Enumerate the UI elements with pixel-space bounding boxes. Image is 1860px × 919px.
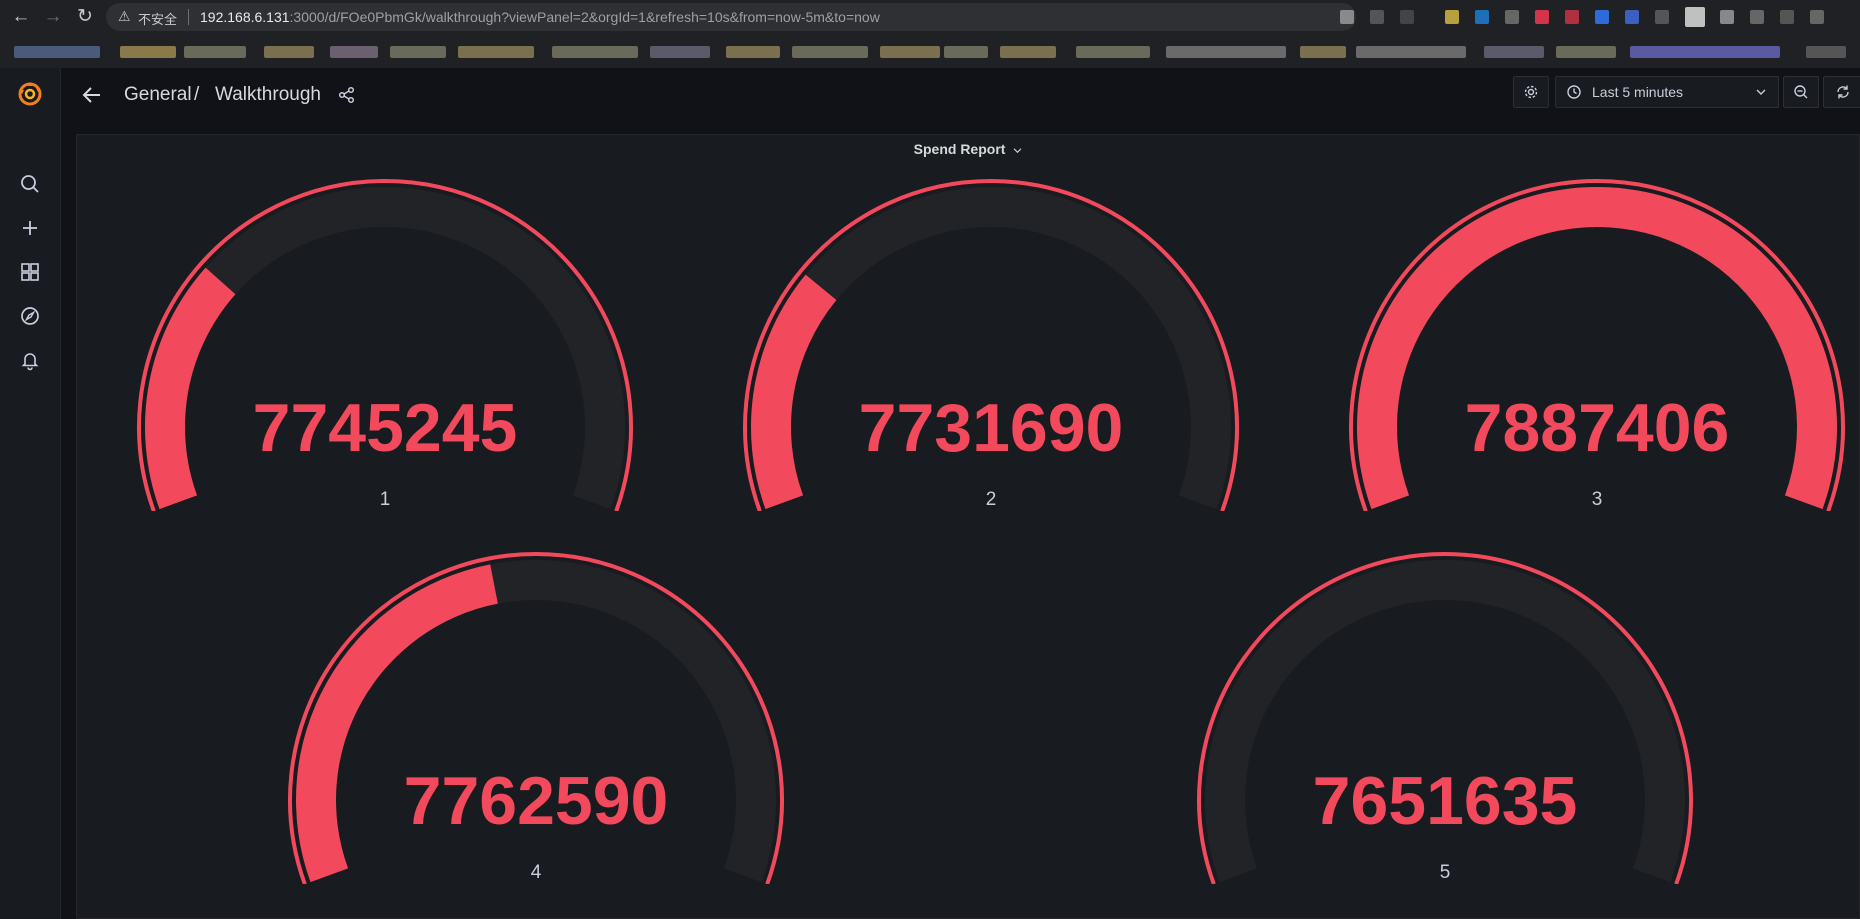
extension-icon[interactable] [1535, 10, 1549, 24]
bookmark-item[interactable] [14, 46, 100, 58]
gauge-value-text: 7731690 [859, 390, 1124, 466]
extension-icon[interactable] [1810, 10, 1824, 24]
extension-icon[interactable] [1685, 7, 1705, 27]
gauge-value-arc [751, 274, 837, 510]
bookmark-item[interactable] [650, 46, 710, 58]
gauge-label: 2 [986, 489, 997, 510]
bell-icon[interactable] [18, 348, 42, 372]
settings-button[interactable] [1513, 76, 1549, 108]
forward-arrow-icon[interactable]: → [42, 6, 64, 28]
extension-icon[interactable] [1400, 10, 1414, 24]
back-arrow-icon[interactable]: ← [10, 6, 32, 28]
spend-report-panel: Spend Report 7745245 1 7731690 2 7887406 3 776… [76, 134, 1860, 919]
insecure-label: 不安全 [138, 12, 178, 27]
breadcrumb-folder[interactable]: General [124, 84, 192, 106]
gauge-value-text: 7887406 [1465, 390, 1730, 466]
gauge-value-text: 7651635 [1313, 763, 1578, 839]
extension-icon[interactable] [1595, 10, 1609, 24]
dashboard-toolbar: General / Walkthrough Last 5 minutes [61, 68, 1860, 132]
bookmark-item[interactable] [1356, 46, 1466, 58]
sync-icon [1837, 85, 1849, 99]
gauge-1: 7745245 1 [137, 179, 633, 511]
bookmark-item[interactable] [264, 46, 314, 58]
gauge-value-text: 7745245 [253, 390, 518, 466]
bookmarks-bar [0, 38, 1860, 66]
bookmark-item[interactable] [1630, 46, 1780, 58]
extension-icon[interactable] [1475, 10, 1489, 24]
extension-icon[interactable] [1720, 10, 1734, 24]
gauge-label: 4 [531, 862, 542, 883]
bookmark-item[interactable] [1166, 46, 1286, 58]
breadcrumb-dashboard[interactable]: Walkthrough [215, 84, 321, 106]
bookmark-item[interactable] [1000, 46, 1056, 58]
extension-icon[interactable] [1780, 10, 1794, 24]
browser-chrome: ← → ↻ ⚠ 不安全 192.168.6.131:3000/d/FOe0Pbm… [0, 0, 1860, 68]
back-arrow-icon[interactable] [81, 84, 103, 106]
gauge-value-text: 7762590 [404, 763, 669, 839]
url-host: 192.168.6.131 [200, 9, 290, 25]
gauge-2: 7731690 2 [743, 179, 1239, 511]
extension-icon[interactable] [1445, 10, 1459, 24]
bookmark-item[interactable] [390, 46, 446, 58]
compass-icon[interactable] [18, 304, 42, 328]
extension-icon[interactable] [1750, 10, 1764, 24]
time-range-picker[interactable]: Last 5 minutes [1555, 76, 1779, 108]
warning-icon: ⚠ [118, 8, 131, 24]
bookmark-item[interactable] [184, 46, 246, 58]
bookmark-item[interactable] [120, 46, 176, 58]
gauge-value-arc [144, 267, 236, 510]
bookmark-item[interactable] [458, 46, 534, 58]
bookmark-item[interactable] [880, 46, 940, 58]
share-icon[interactable] [337, 85, 357, 105]
zoom-out-icon [1794, 85, 1808, 99]
bookmark-item[interactable] [552, 46, 638, 58]
gauge-label: 1 [380, 489, 391, 510]
url-text[interactable]: 192.168.6.131:3000/d/FOe0PbmGk/walkthrou… [200, 9, 880, 25]
extension-icon[interactable] [1625, 10, 1639, 24]
search-icon[interactable] [18, 172, 42, 196]
bookmark-item[interactable] [944, 46, 988, 58]
divider [188, 9, 189, 25]
bookmark-item[interactable] [726, 46, 780, 58]
address-bar[interactable]: ⚠ 不安全 192.168.6.131:3000/d/FOe0PbmGk/wal… [106, 3, 1356, 31]
reload-icon[interactable]: ↻ [74, 6, 96, 28]
bookmark-item[interactable] [1806, 46, 1846, 58]
bookmark-item[interactable] [1076, 46, 1150, 58]
dashboards-icon[interactable] [18, 260, 42, 284]
gear-icon [1524, 85, 1538, 99]
plus-icon[interactable] [18, 216, 42, 240]
translate-icon[interactable] [1340, 10, 1354, 24]
sidebar [0, 68, 61, 919]
bookmark-item[interactable] [330, 46, 378, 58]
gauge-label: 5 [1440, 862, 1451, 883]
extensions-area [1340, 6, 1860, 30]
breadcrumb-separator: / [194, 84, 200, 105]
extension-icon[interactable] [1565, 10, 1579, 24]
bookmark-item[interactable] [1484, 46, 1544, 58]
zoom-out-button[interactable] [1783, 76, 1819, 108]
bookmark-item[interactable] [1300, 46, 1346, 58]
extension-icon[interactable] [1370, 10, 1384, 24]
refresh-button[interactable] [1823, 76, 1860, 108]
chevron-down-icon [1756, 89, 1766, 95]
extension-icon[interactable] [1655, 10, 1669, 24]
gauge-3: 7887406 3 [1349, 179, 1845, 511]
url-path: :3000/d/FOe0PbmGk/walkthrough?viewPanel=… [289, 9, 880, 25]
grafana-logo-icon[interactable] [16, 80, 44, 108]
time-range-label: Last 5 minutes [1592, 84, 1684, 100]
bookmark-item[interactable] [1556, 46, 1616, 58]
gauge-label: 3 [1592, 489, 1603, 510]
bookmark-item[interactable] [792, 46, 868, 58]
clock-icon [1567, 85, 1581, 99]
gauge-5: 7651635 5 [1197, 552, 1693, 884]
extension-icon[interactable] [1505, 10, 1519, 24]
gauge-4: 7762590 4 [288, 552, 784, 884]
